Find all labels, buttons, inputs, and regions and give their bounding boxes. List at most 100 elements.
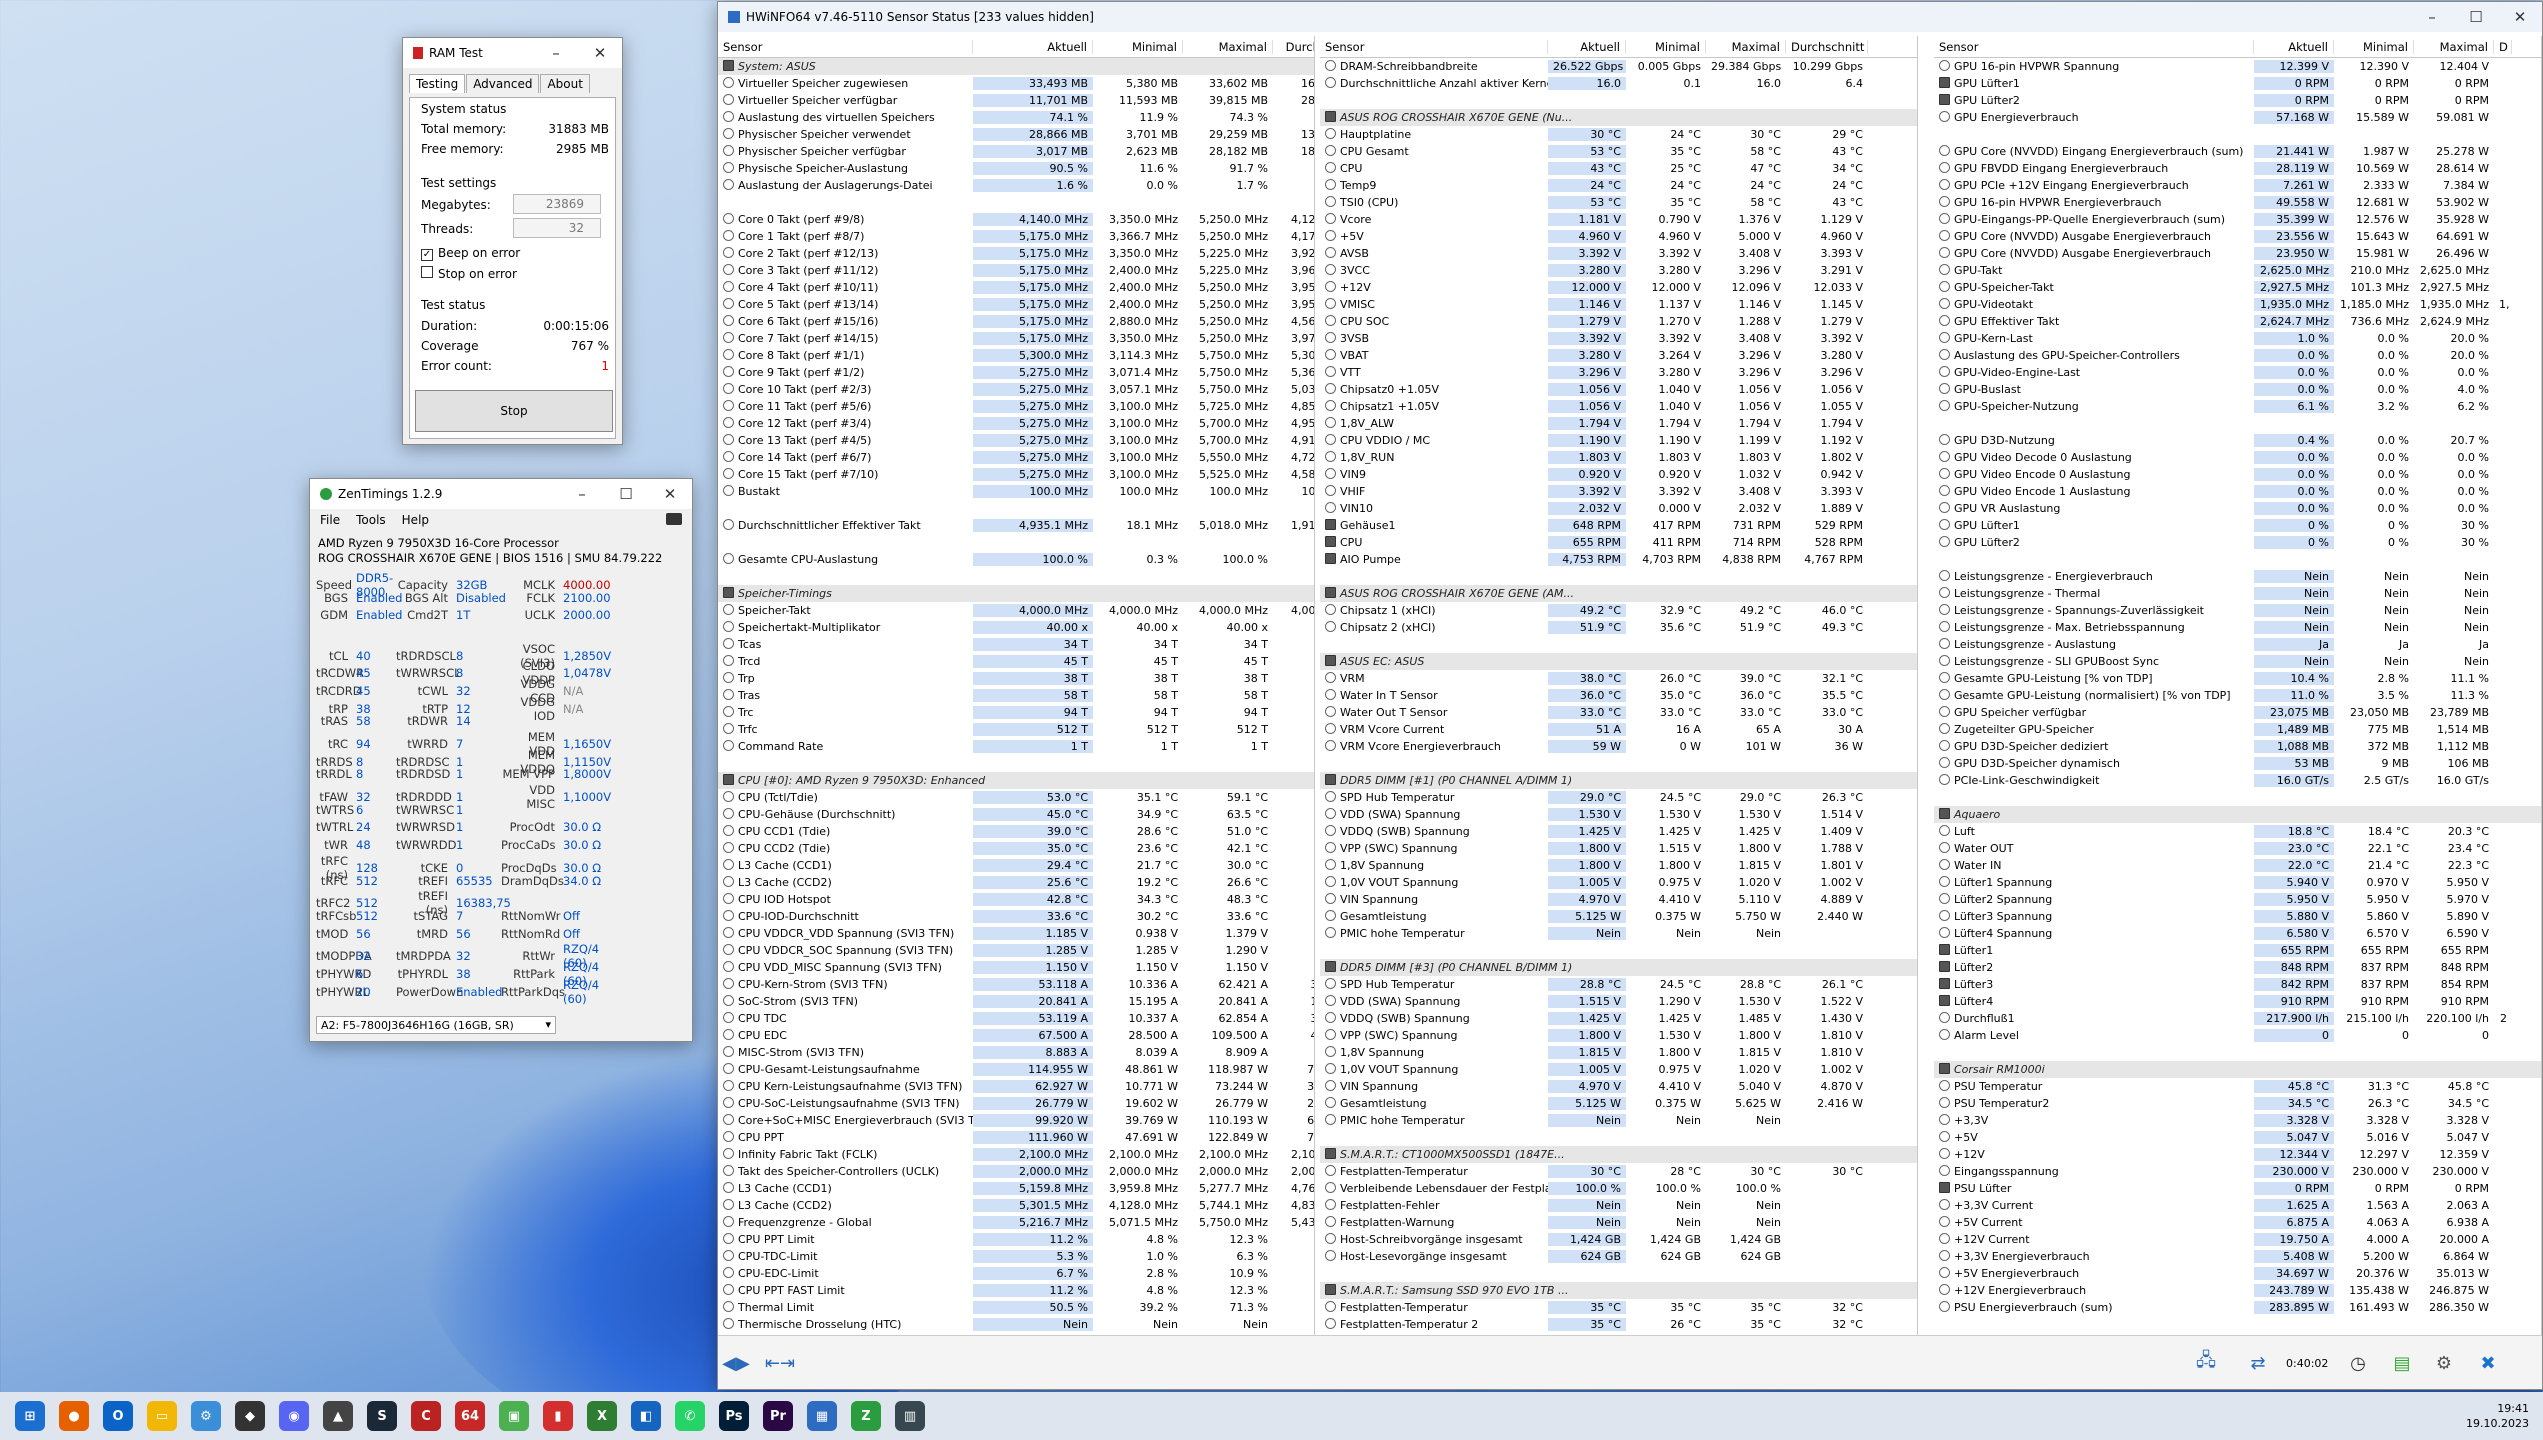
- sensor-row[interactable]: Durchfluß1 217.900 l/h 215.100 l/h 220.100 …: [1934, 1010, 2541, 1027]
- sensor-panel-2[interactable]: Sensor Aktuell Minimal Maximal Durchschnitt D…: [1320, 36, 1918, 1335]
- sensor-row[interactable]: Gesamte GPU-Leistung [% von TDP] 10.4 % 2.…: [1934, 670, 2541, 687]
- sensor-row[interactable]: GPU-Takt 2,625.0 MHz 210.0 MHz 2,625.0 MHz: [1934, 262, 2541, 279]
- sensor-row[interactable]: Festplatten-Warnung Nein Nein Nein: [1320, 1214, 1917, 1231]
- sensor-row[interactable]: GPU D3D-Speicher dediziert 1,088 MB 372 MB…: [1934, 738, 2541, 755]
- sensor-row[interactable]: Trcd 45 T 45 T 45 T: [718, 653, 1314, 670]
- tab-testing[interactable]: Testing: [409, 74, 466, 93]
- sensor-row[interactable]: Speichertakt-Multiplikator 40.00 x 40.00 x…: [718, 619, 1314, 636]
- firefox-icon[interactable]: ●: [59, 1401, 89, 1431]
- sensor-row[interactable]: Frequenzgrenze - Global 5,216.7 MHz 5,071.…: [718, 1214, 1314, 1231]
- sensor-group-header[interactable]: DDR5 DIMM [#3] (P0 CHANNEL B/DIMM 1): [1320, 959, 1917, 976]
- sensor-row[interactable]: PCIe-Link-Geschwindigkeit 16.0 GT/s 2.5 GT…: [1934, 772, 2541, 789]
- sensor-row[interactable]: PMIC hohe Temperatur Nein Nein Nein: [1320, 925, 1917, 942]
- sensor-row[interactable]: Core 1 Takt (perf #8/7) 5,175.0 MHz 3,366.…: [718, 228, 1314, 245]
- sensor-row[interactable]: Tras 58 T 58 T 58 T: [718, 687, 1314, 704]
- sensor-row[interactable]: VMISC 1.146 V 1.137 V 1.146 V 1.145 V: [1320, 296, 1917, 313]
- sensor-row[interactable]: GPU Core (NVVDD) Ausgabe Energieverbrauc…: [1934, 228, 2541, 245]
- sensor-row[interactable]: Core 9 Takt (perf #1/2) 5,275.0 MHz 3,071.…: [718, 364, 1314, 381]
- minimize-icon[interactable]: –: [534, 44, 578, 62]
- column-header[interactable]: Maximal: [2414, 39, 2494, 54]
- sensor-row[interactable]: VDD (SWA) Spannung 1.515 V 1.290 V 1.530 V1…: [1320, 993, 1917, 1010]
- sensor-row[interactable]: GPU Speicher verfügbar 23,075 MB 23,050 MB…: [1934, 704, 2541, 721]
- sensor-row[interactable]: Eingangsspannung 230.000 V 230.000 V 230.00…: [1934, 1163, 2541, 1180]
- sensor-row[interactable]: Physische Speicher-Auslastung 90.5 % 11.6 …: [718, 160, 1314, 177]
- sensor-row[interactable]: VDDQ (SWB) Spannung 1.425 V 1.425 V 1.425 V…: [1320, 823, 1917, 840]
- column-header[interactable]: Maximal: [1183, 39, 1273, 54]
- module-select[interactable]: A2: F5-7800J3646H16G (16GB, SR) ▾: [316, 1016, 556, 1034]
- sensor-row[interactable]: Core 14 Takt (perf #6/7) 5,275.0 MHz 3,100…: [718, 449, 1314, 466]
- sensor-row[interactable]: Chipsatz 1 (xHCI) 49.2 °C 32.9 °C 49.2 °C 46…: [1320, 602, 1917, 619]
- sensor-row[interactable]: TSI0 (CPU) 53 °C 35 °C 58 °C 43 °C: [1320, 194, 1917, 211]
- megabytes-input[interactable]: 23869: [513, 194, 601, 214]
- sensor-row[interactable]: CPU CCD1 (Tdie)39.0 °C28.6 °C51.0 °C34.2…: [718, 823, 1314, 840]
- sensor-row[interactable]: Gesamtleistung 5.125 W 0.375 W 5.750 W 2.440…: [1320, 908, 1917, 925]
- zentimings-task-icon[interactable]: Z: [851, 1401, 881, 1431]
- sensor-row[interactable]: Alarm Level 0 0 0: [1934, 1027, 2541, 1044]
- sensor-row[interactable]: Host-Lesevorgänge insgesamt 624 GB 624 GB 6…: [1320, 1248, 1917, 1265]
- xbox-icon[interactable]: X: [587, 1401, 617, 1431]
- sensor-row[interactable]: Gehäuse1 648 RPM 417 RPM 731 RPM 529 RPM: [1320, 517, 1917, 534]
- sensor-row[interactable]: GPU D3D-Speicher dynamisch 53 MB 9 MB 106 M…: [1934, 755, 2541, 772]
- sensor-row[interactable]: SPD Hub Temperatur 29.0 °C 24.5 °C 29.0 °C 2…: [1320, 789, 1917, 806]
- sensor-panel-1[interactable]: SensorAktuellMinimalMaximalDurchschnittS…: [718, 36, 1315, 1335]
- app2-icon[interactable]: ▣: [499, 1401, 529, 1431]
- minimize-icon[interactable]: –: [2410, 8, 2454, 26]
- sensor-row[interactable]: Leistungsgrenze - SLI GPUBoost Sync Nein N…: [1934, 653, 2541, 670]
- sensor-row[interactable]: Luft 18.8 °C 18.4 °C 20.3 °C: [1934, 823, 2541, 840]
- aida64-icon[interactable]: 64: [455, 1401, 485, 1431]
- sensor-row[interactable]: PSU Temperatur2 34.5 °C 26.3 °C 34.5 °C: [1934, 1095, 2541, 1112]
- sensor-row[interactable]: CPU PPT111.960 W47.691 W122.849 W76.743 …: [718, 1129, 1314, 1146]
- sensor-row[interactable]: CPU Kern-Leistungsaufnahme (SVI3 TFN) 62.…: [718, 1078, 1314, 1095]
- sensor-row[interactable]: CPU PPT FAST Limit11.2 %4.8 %12.3 %7.7 %: [718, 1282, 1314, 1299]
- sensor-row[interactable]: Host-Schreibvorgänge insgesamt 1,424 GB 1,…: [1320, 1231, 1917, 1248]
- close-icon[interactable]: ✕: [648, 485, 692, 503]
- sensor-row[interactable]: Lüfter3 Spannung 5.880 V 5.860 V 5.890 V: [1934, 908, 2541, 925]
- add-report-icon[interactable]: ▤: [2384, 1348, 2420, 1378]
- sensor-row[interactable]: Command Rate 1 T1 T1 T: [718, 738, 1314, 755]
- sensor-row[interactable]: Lüfter1 655 RPM 655 RPM 655 RPM: [1934, 942, 2541, 959]
- photoshop-icon[interactable]: Ps: [719, 1401, 749, 1431]
- whatsapp-icon[interactable]: ✆: [675, 1401, 705, 1431]
- sensor-row[interactable]: Lüfter4 910 RPM 910 RPM 910 RPM: [1934, 993, 2541, 1010]
- sensor-row[interactable]: VRM Vcore Current 51 A 16 A 65 A 30 A: [1320, 721, 1917, 738]
- column-header[interactable]: Sensor: [718, 39, 973, 54]
- hwinfo-titlebar[interactable]: HWiNFO64 v7.46-5110 Sensor Status [233 v…: [718, 2, 2542, 32]
- sensor-row[interactable]: 3VSB 3.392 V 3.392 V 3.408 V 3.392 V: [1320, 330, 1917, 347]
- sensor-row[interactable]: CPU (Tctl/Tdie)53.0 °C35.1 °C59.1 °C43.9…: [718, 789, 1314, 806]
- sensor-row[interactable]: VIN10 2.032 V 0.000 V 2.032 V 1.889 V: [1320, 500, 1917, 517]
- sensor-row[interactable]: Core 2 Takt (perf #12/13) 5,175.0 MHz 3,35…: [718, 245, 1314, 262]
- menu-tools[interactable]: Tools: [356, 513, 386, 527]
- sensor-row[interactable]: GPU PCIe +12V Eingang Energieverbrauch 7.…: [1934, 177, 2541, 194]
- sensor-row[interactable]: GPU Lüfter2 0 % 0 % 30 %: [1934, 534, 2541, 551]
- sensor-row[interactable]: CPU 655 RPM 411 RPM 714 RPM 528 RPM: [1320, 534, 1917, 551]
- sensor-row[interactable]: CPU SOC 1.279 V 1.270 V 1.288 V 1.279 V: [1320, 313, 1917, 330]
- sensor-row[interactable]: Infinity Fabric Takt (FCLK) 2,100.0 MHz 2,…: [718, 1146, 1314, 1163]
- sensor-row[interactable]: L3 Cache (CCD1) 5,159.8 MHz 3,959.8 MHz 5,2…: [718, 1180, 1314, 1197]
- sensor-row[interactable]: VDDQ (SWB) Spannung 1.425 V 1.425 V 1.485 V…: [1320, 1010, 1917, 1027]
- column-header[interactable]: Minimal: [1093, 39, 1183, 54]
- sensor-row[interactable]: +12V Energieverbrauch 243.789 W 135.438 W2…: [1934, 1282, 2541, 1299]
- sensor-row[interactable]: +5V Energieverbrauch 34.697 W 20.376 W 35.0…: [1934, 1265, 2541, 1282]
- sensor-row[interactable]: Water OUT 23.0 °C 22.1 °C 23.4 °C: [1934, 840, 2541, 857]
- sensor-row[interactable]: 1,8V Spannung 1.815 V 1.800 V 1.815 V 1.810 …: [1320, 1044, 1917, 1061]
- sensor-row[interactable]: VBAT 3.280 V 3.264 V 3.296 V 3.280 V: [1320, 347, 1917, 364]
- sensor-row[interactable]: Physischer Speicher verwendet 28,866 MB 3,…: [718, 126, 1314, 143]
- sensor-row[interactable]: Core 7 Takt (perf #14/15) 5,175.0 MHz 3,35…: [718, 330, 1314, 347]
- sensor-row[interactable]: VTT 3.296 V 3.280 V 3.296 V 3.296 V: [1320, 364, 1917, 381]
- sensor-row[interactable]: VPP (SWC) Spannung 1.800 V 1.515 V 1.800 V1…: [1320, 840, 1917, 857]
- sensor-row[interactable]: CPU-Gesamt-Leistungsaufnahme 114.955 W 48.…: [718, 1061, 1314, 1078]
- sensor-row[interactable]: Core+SoC+MISC Energieverbrauch (SVI3 TFN…: [718, 1112, 1314, 1129]
- sensor-row[interactable]: +5V Current 6.875 A 4.063 A 6.938 A: [1934, 1214, 2541, 1231]
- menu-help[interactable]: Help: [402, 513, 429, 527]
- sensor-row[interactable]: Chipsatz1 +1.05V 1.056 V 1.040 V 1.056 V 1.0…: [1320, 398, 1917, 415]
- sensor-group-header[interactable]: ASUS EC: ASUS: [1320, 653, 1917, 670]
- column-header[interactable]: Aktuell: [2254, 39, 2334, 54]
- app4-icon[interactable]: ▥: [895, 1401, 925, 1431]
- sensor-row[interactable]: Core 5 Takt (perf #13/14) 5,175.0 MHz 2,40…: [718, 296, 1314, 313]
- sensor-row[interactable]: Lüfter1 Spannung 5.940 V 0.970 V 5.950 V: [1934, 874, 2541, 891]
- sensor-row[interactable]: Bustakt100.0 MHz100.0 MHz100.0 MHz100.0 …: [718, 483, 1314, 500]
- sensor-row[interactable]: Verbleibende Lebensdauer der Festplatte 1…: [1320, 1180, 1917, 1197]
- sensor-row[interactable]: GPU-Speicher-Takt 2,927.5 MHz 101.3 MHz 2,9…: [1934, 279, 2541, 296]
- settings-app-icon[interactable]: ⚙: [191, 1401, 221, 1431]
- sensor-row[interactable]: Core 3 Takt (perf #11/12) 5,175.0 MHz 2,40…: [718, 262, 1314, 279]
